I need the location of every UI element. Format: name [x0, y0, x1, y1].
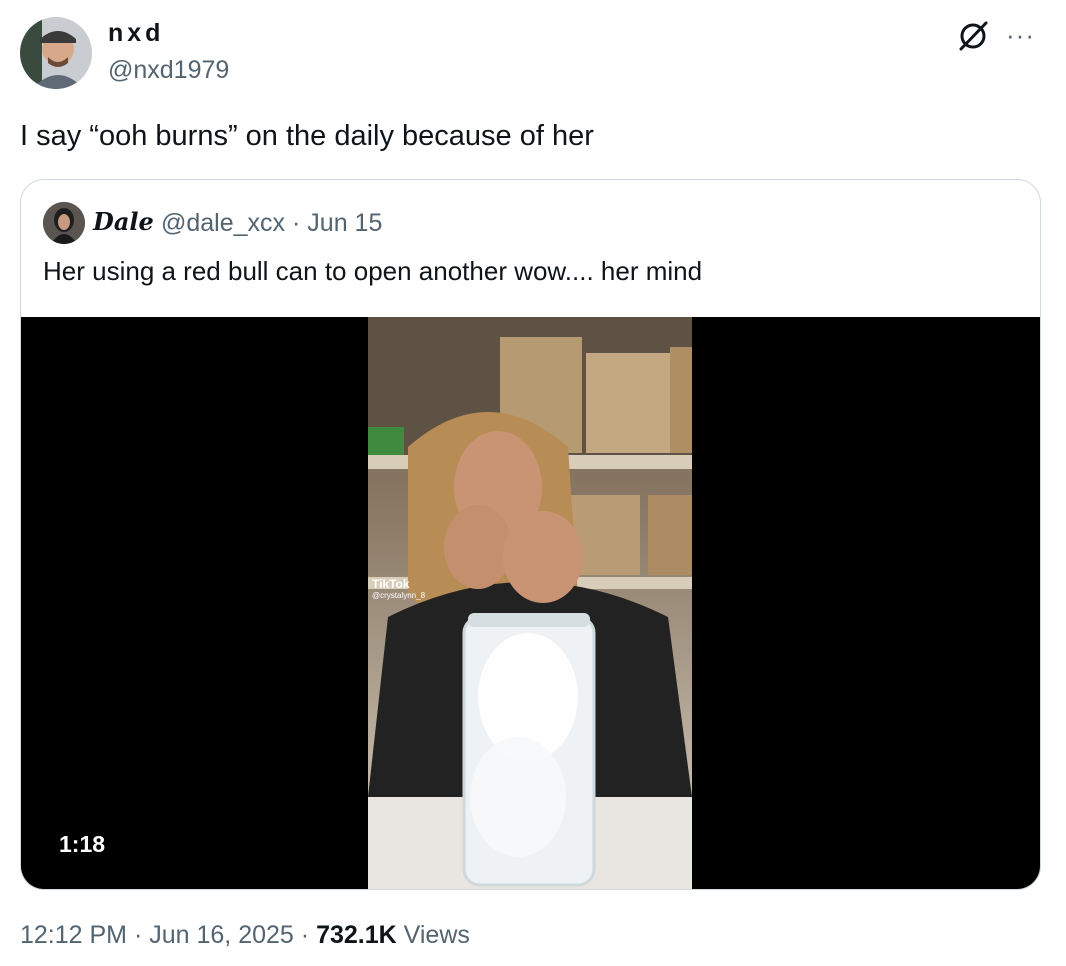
quoted-avatar[interactable]	[43, 202, 85, 244]
grok-icon[interactable]	[955, 18, 991, 54]
meta-separator: ·	[292, 209, 301, 237]
tiktok-user: @crystalynn_8	[372, 591, 426, 600]
tweet-footer: 12:12 PM · Jun 16, 2025 · 732.1K Views	[20, 921, 470, 950]
quoted-meta: @dale_xcx · Jun 15	[161, 209, 382, 238]
quoted-tweet-card[interactable]: Dale @dale_xcx · Jun 15 Her using a red …	[20, 179, 1041, 890]
quoted-display-name[interactable]: Dale	[93, 207, 154, 236]
quoted-date[interactable]: Jun 15	[307, 209, 382, 237]
video-duration: 1:18	[41, 827, 124, 862]
tweet-text: I say “ooh burns” on the daily because o…	[20, 120, 594, 152]
handle[interactable]: @nxd1979	[108, 56, 229, 85]
quoted-text: Her using a red bull can to open another…	[43, 256, 703, 286]
timestamp-date[interactable]: Jun 16, 2025	[149, 921, 294, 949]
quoted-handle[interactable]: @dale_xcx	[161, 209, 285, 237]
avatar-image	[20, 17, 92, 89]
more-icon[interactable]: ···	[1006, 20, 1035, 51]
quoted-avatar-image	[43, 202, 85, 244]
tiktok-brand: TikTok	[372, 577, 410, 591]
views-count[interactable]: 732.1K	[316, 921, 397, 949]
video-thumbnail	[368, 317, 692, 889]
footer-separator-2: ·	[300, 921, 310, 949]
footer-separator: ·	[133, 921, 143, 949]
avatar[interactable]	[20, 17, 92, 89]
timestamp-time[interactable]: 12:12 PM	[20, 921, 127, 949]
display-name[interactable]: nxd	[108, 19, 164, 48]
video-player[interactable]: TikTok @crystalynn_8 1:18	[21, 317, 1040, 889]
video-frame[interactable]: TikTok @crystalynn_8	[368, 317, 692, 889]
views-label: Views	[403, 921, 470, 949]
tiktok-watermark: TikTok @crystalynn_8	[372, 577, 425, 600]
